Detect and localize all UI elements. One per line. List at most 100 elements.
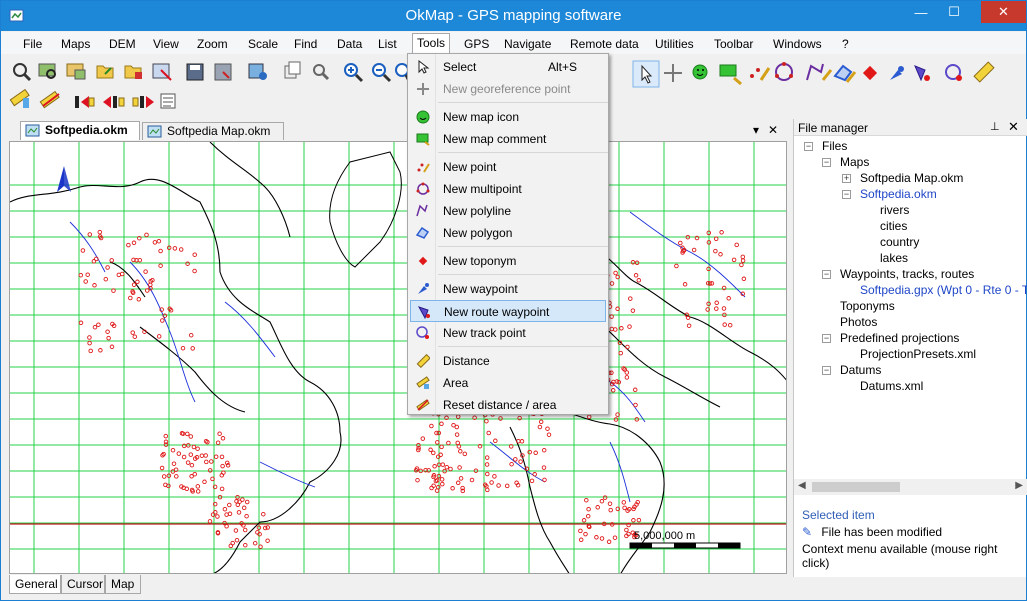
horizontal-scrollbar[interactable]: ◀ ▶ xyxy=(794,479,1027,495)
city-marker[interactable] xyxy=(87,335,92,340)
georeference-icon[interactable] xyxy=(664,64,682,82)
city-marker[interactable] xyxy=(105,265,110,270)
city-marker[interactable] xyxy=(220,436,226,441)
city-marker[interactable] xyxy=(599,536,605,541)
city-marker[interactable] xyxy=(578,528,583,534)
city-marker[interactable] xyxy=(608,507,613,513)
area-tool-icon[interactable] xyxy=(9,88,30,108)
city-marker[interactable] xyxy=(632,387,638,393)
city-marker[interactable] xyxy=(215,514,220,519)
tree-item[interactable]: Predefined projections xyxy=(840,330,959,346)
city-marker[interactable] xyxy=(519,439,525,444)
city-marker[interactable] xyxy=(222,506,228,512)
city-marker[interactable] xyxy=(585,513,591,519)
city-marker[interactable] xyxy=(188,332,194,338)
city-marker[interactable] xyxy=(492,474,497,479)
city-marker[interactable] xyxy=(633,273,639,278)
menu-dem[interactable]: DEM xyxy=(105,35,140,53)
menu-view[interactable]: View xyxy=(149,35,183,53)
city-marker[interactable] xyxy=(429,423,434,429)
city-marker[interactable] xyxy=(439,421,444,427)
city-marker[interactable] xyxy=(132,334,138,339)
route-waypoint-tool-icon[interactable] xyxy=(914,65,930,82)
collapse-icon[interactable]: − xyxy=(822,366,831,375)
goto-start-icon[interactable] xyxy=(75,96,95,108)
city-marker[interactable] xyxy=(691,247,697,253)
properties-icon[interactable] xyxy=(160,93,176,109)
menu-windows[interactable]: Windows xyxy=(769,35,826,53)
tab-map[interactable]: Map xyxy=(105,575,141,594)
reset-distance-icon[interactable] xyxy=(39,90,60,109)
city-marker[interactable] xyxy=(493,438,498,444)
collapse-icon[interactable]: − xyxy=(822,270,831,279)
copy-icon[interactable] xyxy=(284,61,301,79)
tab-cursor[interactable]: Cursor xyxy=(61,575,105,594)
city-marker[interactable] xyxy=(172,246,178,251)
city-marker[interactable] xyxy=(126,242,131,248)
city-marker[interactable] xyxy=(434,488,440,493)
city-marker[interactable] xyxy=(485,487,490,493)
city-marker[interactable] xyxy=(609,281,615,286)
city-marker[interactable] xyxy=(106,335,111,341)
city-marker[interactable] xyxy=(236,510,242,515)
menu-toolbar[interactable]: Toolbar xyxy=(710,35,757,53)
city-marker[interactable] xyxy=(97,229,103,235)
city-marker[interactable] xyxy=(731,257,737,263)
city-marker[interactable] xyxy=(92,324,98,330)
city-marker[interactable] xyxy=(160,318,165,323)
city-marker[interactable] xyxy=(116,272,122,278)
city-marker[interactable] xyxy=(624,370,630,375)
city-marker[interactable] xyxy=(439,444,444,450)
menu-item-new-track-point[interactable]: New track point xyxy=(410,322,606,344)
city-marker[interactable] xyxy=(420,436,426,441)
city-marker[interactable] xyxy=(244,499,250,505)
city-marker[interactable] xyxy=(202,479,207,485)
city-marker[interactable] xyxy=(215,440,221,445)
city-marker[interactable] xyxy=(415,477,420,483)
open-map-file-icon[interactable] xyxy=(66,63,86,80)
scroll-right-arrow-icon[interactable]: ▶ xyxy=(1015,480,1023,491)
city-marker[interactable] xyxy=(537,424,543,430)
zoom-out-icon[interactable] xyxy=(372,63,392,83)
zoom-in-icon[interactable] xyxy=(344,63,364,83)
city-marker[interactable] xyxy=(227,502,232,508)
city-marker[interactable] xyxy=(606,539,612,545)
city-marker[interactable] xyxy=(128,295,133,301)
close-button[interactable]: ✕ xyxy=(981,1,1026,23)
city-marker[interactable] xyxy=(541,465,547,470)
city-marker[interactable] xyxy=(599,498,605,504)
tree-item[interactable]: ProjectionPresets.xml xyxy=(860,346,976,362)
city-marker[interactable] xyxy=(190,346,195,351)
find-map-icon[interactable] xyxy=(38,63,56,79)
menu-scale[interactable]: Scale xyxy=(244,35,282,53)
city-marker[interactable] xyxy=(152,240,158,245)
city-marker[interactable] xyxy=(496,483,501,488)
city-marker[interactable] xyxy=(109,258,114,263)
menu-item-new-polyline[interactable]: New polyline xyxy=(410,200,606,222)
city-marker[interactable] xyxy=(228,543,234,549)
city-marker[interactable] xyxy=(485,471,490,477)
menu-item-reset-distance-area[interactable]: Reset distance / area xyxy=(410,394,606,416)
city-marker[interactable] xyxy=(158,263,163,268)
city-marker[interactable] xyxy=(581,518,587,523)
tree-item[interactable]: Files xyxy=(822,138,847,154)
city-marker[interactable] xyxy=(131,282,137,287)
city-marker[interactable] xyxy=(636,278,642,283)
city-marker[interactable] xyxy=(609,326,615,332)
city-marker[interactable] xyxy=(595,505,600,510)
menu-item-area[interactable]: Area xyxy=(410,372,606,394)
city-marker[interactable] xyxy=(136,297,142,302)
city-marker[interactable] xyxy=(241,505,247,511)
city-marker[interactable] xyxy=(143,269,148,274)
tree-item[interactable]: country xyxy=(880,234,919,250)
city-marker[interactable] xyxy=(484,418,489,424)
city-marker[interactable] xyxy=(486,430,491,436)
city-marker[interactable] xyxy=(96,322,101,327)
city-marker[interactable] xyxy=(87,340,92,346)
menu-item-distance[interactable]: Distance xyxy=(410,350,606,372)
city-marker[interactable] xyxy=(188,434,194,439)
goto-next-icon[interactable] xyxy=(132,96,154,108)
tab-softpedia-okm[interactable]: Softpedia.okm xyxy=(20,121,140,140)
city-marker[interactable] xyxy=(252,540,258,546)
city-marker[interactable] xyxy=(607,501,613,506)
